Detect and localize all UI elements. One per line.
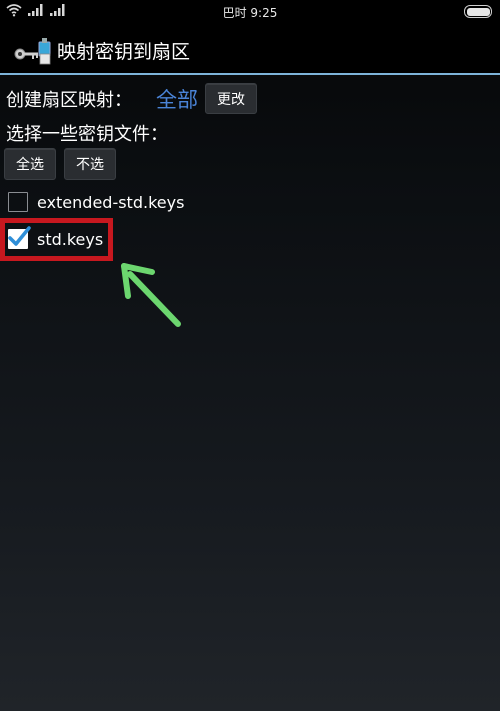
select-none-button[interactable]: 不选 — [64, 148, 116, 180]
page-title: 映射密钥到扇区 — [57, 41, 191, 63]
arrow-icon — [121, 263, 181, 327]
select-all-button[interactable]: 全选 — [4, 148, 56, 180]
sector-mapping-label: 创建扇区映射： — [6, 90, 132, 111]
change-button[interactable]: 更改 — [205, 83, 257, 114]
sector-mapping-value: 全部 — [156, 88, 198, 112]
key-files-prompt: 选择一些密钥文件： — [6, 124, 168, 145]
status-time: 巴时 9:25 — [222, 6, 278, 20]
title-bar: 映射密钥到扇区 — [0, 24, 500, 75]
status-bar: 巴时 9:25 — [0, 0, 500, 24]
list-item-label: extended-std.keys — [37, 192, 185, 212]
checkbox[interactable] — [8, 192, 28, 212]
battery-icon — [464, 5, 492, 18]
list-item[interactable]: extended-std.keys — [8, 190, 184, 214]
highlight-box — [0, 218, 113, 261]
keys-icon — [14, 38, 51, 65]
